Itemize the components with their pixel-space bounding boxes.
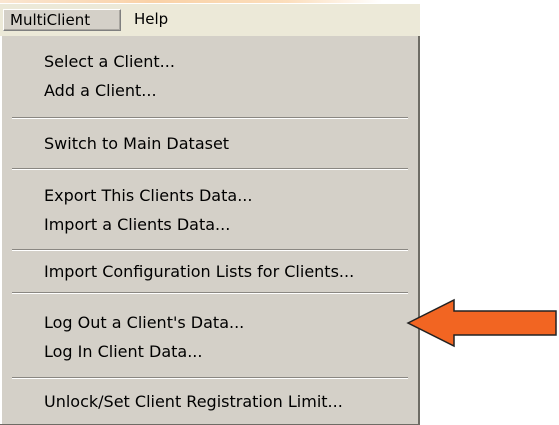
menu-item-export-clients-data[interactable]: Export This Clients Data... bbox=[44, 183, 252, 209]
menu-item-log-in-client-data[interactable]: Log In Client Data... bbox=[44, 339, 202, 365]
menu-item-import-configuration-lists[interactable]: Import Configuration Lists for Clients..… bbox=[44, 259, 354, 285]
menu-item-log-out-client-data[interactable]: Log Out a Client's Data... bbox=[44, 310, 244, 336]
menu-item-unlock-registration-limit[interactable]: Unlock/Set Client Registration Limit... bbox=[44, 389, 343, 415]
menu-item-add-client[interactable]: Add a Client... bbox=[44, 78, 157, 104]
menu-separator bbox=[12, 377, 408, 379]
cropped-heading-fragment bbox=[0, 0, 382, 3]
menu-separator bbox=[12, 117, 408, 119]
menu-separator bbox=[12, 168, 408, 170]
menu-separator bbox=[12, 292, 408, 294]
menu-item-select-client[interactable]: Select a Client... bbox=[44, 49, 175, 75]
menu-bar: MultiClient Help bbox=[0, 4, 420, 36]
menu-separator bbox=[12, 249, 408, 251]
menu-left-highlight bbox=[0, 36, 2, 424]
multiclient-dropdown-menu: Select a Client... Add a Client... Switc… bbox=[0, 36, 420, 425]
left-arrow-icon bbox=[406, 298, 557, 348]
menu-multiclient[interactable]: MultiClient bbox=[3, 9, 121, 31]
menu-item-switch-main-dataset[interactable]: Switch to Main Dataset bbox=[44, 131, 229, 157]
screenshot-stage: MultiClient Help Select a Client... Add … bbox=[0, 0, 559, 425]
menu-help[interactable]: Help bbox=[128, 9, 174, 31]
arrow-shape bbox=[406, 298, 557, 348]
menu-item-import-clients-data[interactable]: Import a Clients Data... bbox=[44, 212, 230, 238]
